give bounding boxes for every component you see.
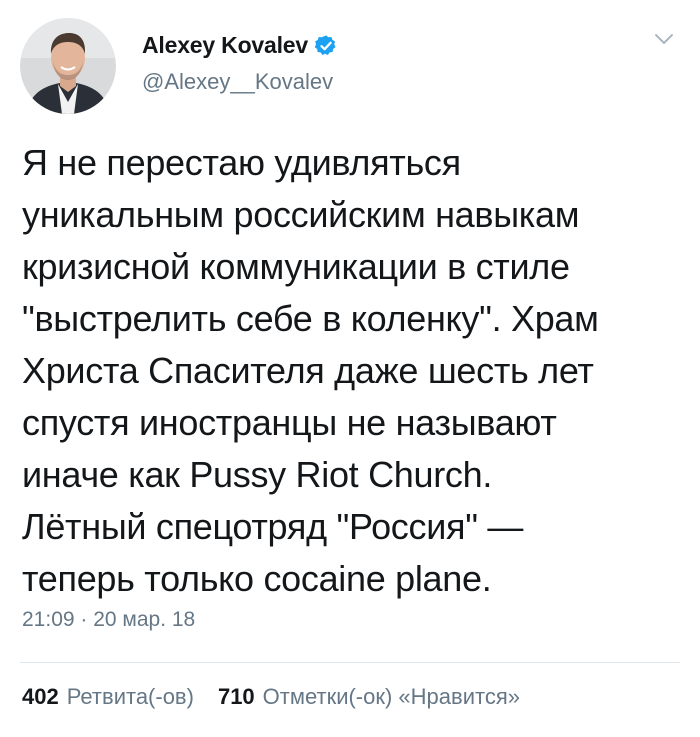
author-name[interactable]: Alexey Kovalev [142, 32, 308, 59]
author-handle[interactable]: @Alexey__Kovalev [142, 69, 333, 95]
chevron-down-icon[interactable] [654, 32, 674, 46]
tweet-text-line: Я не перестаю удивляться [22, 142, 461, 183]
tweet-text-line: Христа Спасителя даже шесть лет [22, 350, 594, 391]
tweet-text-line: кризисной коммуникации в стиле [22, 246, 570, 287]
tweet-text-line: спустя иностранцы не называют [22, 402, 557, 443]
tweet-text-line: иначе как Pussy Riot Church. [22, 454, 493, 495]
retweets-label[interactable]: Ретвита(-ов) [67, 684, 194, 710]
tweet-text-line: Лётный спецотряд "Россия" — [22, 506, 524, 547]
divider [20, 662, 680, 663]
tweet-stats: 402 Ретвита(-ов) 710 Отметки(-ок) «Нрави… [22, 684, 544, 710]
author-name-row[interactable]: Alexey Kovalev [142, 32, 338, 59]
retweets-count[interactable]: 402 [22, 684, 59, 710]
tweet-text-line: уникальным российским навыкам [22, 194, 580, 235]
avatar-image [20, 18, 116, 114]
tweet-card: Alexey Kovalev @Alexey__Kovalev Я не пер… [0, 0, 700, 737]
avatar[interactable] [20, 18, 116, 114]
tweet-timestamp[interactable]: 21:09 · 20 мар. 18 [22, 608, 195, 632]
tweet-text: Я не перестаю удивляться уникальным росс… [22, 137, 682, 605]
verified-badge-icon [314, 34, 338, 58]
likes-count[interactable]: 710 [218, 684, 255, 710]
likes-label[interactable]: Отметки(-ок) «Нравится» [263, 684, 520, 710]
tweet-text-line: "выстрелить себе в коленку". Храм [22, 298, 599, 339]
tweet-text-line: теперь только cocaine plane. [22, 558, 492, 599]
